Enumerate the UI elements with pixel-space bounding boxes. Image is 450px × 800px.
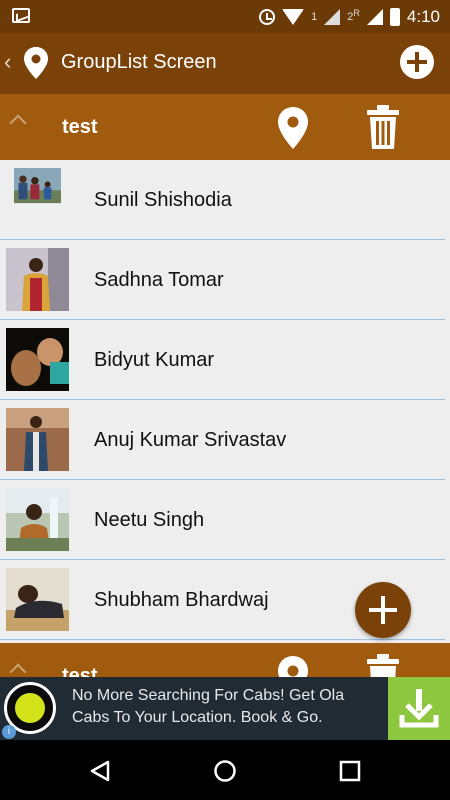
add-group-button[interactable] xyxy=(400,45,434,79)
member-name: Bidyut Kumar xyxy=(94,349,215,371)
map-pin-logo-icon xyxy=(24,47,48,79)
download-icon xyxy=(399,689,439,728)
add-member-button[interactable] xyxy=(355,582,411,638)
status-indicators: 1 2 R 4:10 xyxy=(259,6,440,28)
signal-sim1-icon xyxy=(324,9,341,25)
member-name: Neetu Singh xyxy=(94,509,205,531)
home-icon[interactable] xyxy=(213,759,237,783)
trash-icon[interactable] xyxy=(365,104,401,150)
ad-info-icon[interactable]: i xyxy=(2,725,16,739)
alarm-icon xyxy=(259,9,276,25)
chevron-up-icon[interactable] xyxy=(9,114,27,132)
group-header[interactable]: test xyxy=(0,94,450,160)
page-title: GroupList Screen xyxy=(61,51,217,73)
map-pin-icon[interactable] xyxy=(276,106,310,150)
avatar xyxy=(14,168,61,204)
avatar xyxy=(6,248,69,311)
battery-icon xyxy=(389,8,400,26)
avatar xyxy=(6,408,69,471)
avatar xyxy=(6,488,69,551)
list-item[interactable]: Neetu Singh xyxy=(0,480,445,560)
member-name: Sadhna Tomar xyxy=(94,269,224,291)
ad-banner[interactable]: i No More Searching For Cabs! Get Ola Ca… xyxy=(0,677,450,740)
app-bar: ‹ GroupList Screen xyxy=(0,33,450,94)
list-item[interactable]: Sunil Shishodia xyxy=(0,160,445,240)
sim1-label: 1 xyxy=(311,11,318,23)
avatar xyxy=(6,568,69,631)
member-name: Anuj Kumar Srivastav xyxy=(94,429,287,451)
back-chevron-icon[interactable]: ‹ xyxy=(4,49,11,75)
signal-sim2-icon xyxy=(366,9,383,25)
navigation-bar xyxy=(0,740,450,800)
member-list[interactable]: Sunil Shishodia Sadhna Tomar Bidyut Kuma… xyxy=(0,160,450,643)
member-name: Shubham Bhardwaj xyxy=(94,589,269,611)
ad-download-button[interactable] xyxy=(388,677,450,740)
gallery-notification-icon xyxy=(12,8,30,23)
roaming-badge: R xyxy=(353,8,360,18)
member-name: Sunil Shishodia xyxy=(94,189,232,211)
back-icon[interactable] xyxy=(88,759,112,783)
list-item[interactable]: Sadhna Tomar xyxy=(0,240,445,320)
wifi-icon xyxy=(282,9,305,25)
recents-icon[interactable] xyxy=(339,760,361,782)
group-name: test xyxy=(62,116,98,138)
status-bar: 1 2 R 4:10 xyxy=(0,0,450,33)
list-item[interactable]: Anuj Kumar Srivastav xyxy=(0,400,445,480)
clock: 4:10 xyxy=(406,7,440,26)
avatar xyxy=(6,328,69,391)
ad-text[interactable]: No More Searching For Cabs! Get Ola Cabs… xyxy=(72,685,382,729)
list-item[interactable]: Bidyut Kumar xyxy=(0,320,445,400)
